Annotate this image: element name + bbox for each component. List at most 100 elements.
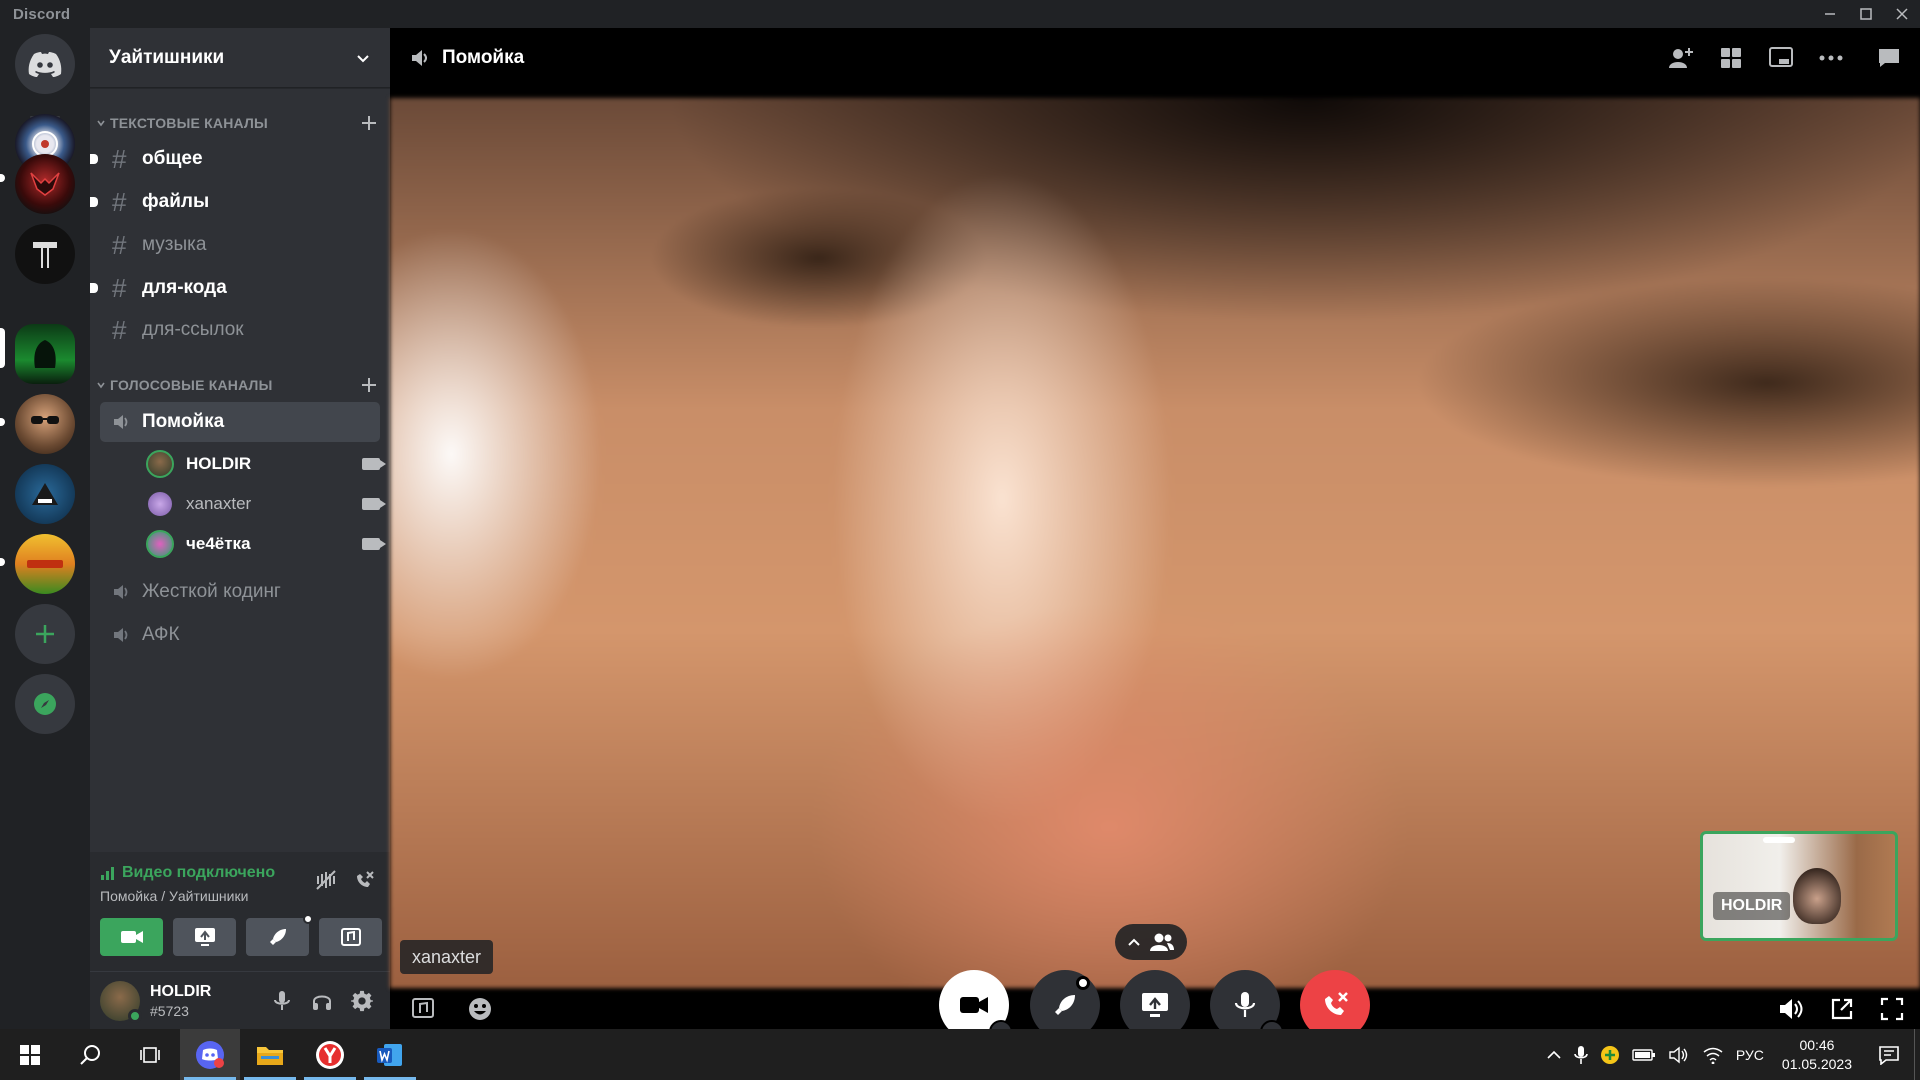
show-participants-button[interactable] xyxy=(1115,924,1187,960)
voice-user-che4etka[interactable]: че4ётка xyxy=(146,526,386,562)
voice-user-xanaxter[interactable]: xanaxter xyxy=(146,486,386,522)
add-channel-icon[interactable] xyxy=(360,114,378,132)
clock-date: 01.05.2023 xyxy=(1781,1055,1852,1072)
voice-channel-pomoika[interactable]: Помойка xyxy=(100,402,380,442)
noise-suppression-icon xyxy=(316,870,336,890)
signal-icon xyxy=(101,867,114,880)
grid-layout-button[interactable] xyxy=(1706,28,1756,88)
new-badge xyxy=(1076,976,1090,990)
taskbar-file-explorer[interactable] xyxy=(240,1029,300,1080)
new-badge xyxy=(303,914,313,924)
taskbar-yandex-browser[interactable] xyxy=(300,1029,360,1080)
tray-volume[interactable] xyxy=(1662,1046,1696,1064)
more-options-button[interactable] xyxy=(1806,28,1856,88)
self-video-name: HOLDIR xyxy=(1713,892,1791,920)
server-icon[interactable] xyxy=(15,154,75,214)
show-hidden-icons-button[interactable] xyxy=(1540,1050,1568,1060)
voice-channel-zhestkoy-koding[interactable]: Жесткой кодинг xyxy=(100,572,380,612)
input-language[interactable]: РУС xyxy=(1730,1047,1770,1063)
gear-icon xyxy=(351,990,373,1011)
channel-obshchee[interactable]: # общее xyxy=(90,139,380,179)
camera-icon xyxy=(362,538,386,550)
add-channel-icon[interactable] xyxy=(360,376,378,394)
minimize-button[interactable] xyxy=(1812,0,1848,28)
server-unread-pill xyxy=(0,418,5,426)
taskbar-word[interactable] xyxy=(360,1029,420,1080)
tray-microphone[interactable] xyxy=(1568,1045,1594,1065)
user-info[interactable]: HOLDIR #5723 xyxy=(150,983,264,1019)
task-view-button[interactable] xyxy=(120,1029,180,1080)
search-button[interactable] xyxy=(60,1029,120,1080)
server-icon[interactable] xyxy=(15,534,75,594)
voice-channel-afk[interactable]: АФК xyxy=(100,615,380,655)
deafen-button[interactable] xyxy=(304,983,340,1019)
connection-location[interactable]: Помойка / Уайтишники xyxy=(100,888,248,904)
hash-icon: # xyxy=(112,229,127,260)
task-view-icon xyxy=(140,1046,160,1063)
ellipsis-icon xyxy=(1819,55,1843,61)
connection-status[interactable]: Видео подключено xyxy=(100,864,275,882)
tray-battery[interactable] xyxy=(1626,1048,1662,1062)
soundboard-button[interactable] xyxy=(319,918,382,956)
soundboard-button[interactable] xyxy=(408,993,440,1025)
server-icon[interactable] xyxy=(15,464,75,524)
server-icon[interactable] xyxy=(15,394,75,454)
user-avatar[interactable] xyxy=(100,980,142,1023)
home-button[interactable] xyxy=(15,34,75,94)
discord-app-icon xyxy=(196,1040,224,1069)
chevron-down-icon xyxy=(97,382,105,389)
close-window-button[interactable] xyxy=(1884,0,1920,28)
voice-user-holdir[interactable]: HOLDIR xyxy=(146,446,386,482)
main-video-stream[interactable] xyxy=(390,98,1920,988)
tray-network[interactable] xyxy=(1696,1046,1730,1064)
microphone-icon xyxy=(274,990,290,1010)
chat-button[interactable] xyxy=(1864,28,1914,88)
taskbar-clock[interactable]: 00:46 01.05.2023 xyxy=(1770,1036,1864,1074)
category-voice-channels[interactable]: ГОЛОСОВЫЕ КАНАЛЫ xyxy=(96,376,378,394)
username: HOLDIR xyxy=(150,982,212,1000)
tray-update-icon[interactable] xyxy=(1594,1045,1626,1065)
invite-button[interactable] xyxy=(1656,28,1706,88)
explore-servers-button[interactable] xyxy=(15,674,75,734)
camera-toggle-button[interactable] xyxy=(100,918,163,956)
popout-button[interactable] xyxy=(1826,993,1858,1025)
add-server-button[interactable] xyxy=(15,604,75,664)
server-icon-selected[interactable] xyxy=(15,324,75,384)
disconnect-button[interactable] xyxy=(352,868,376,897)
unread-indicator xyxy=(90,197,98,207)
channel-sidebar: Уайтишники ТЕКСТОВЫЕ КАНАЛЫ # общее # фа… xyxy=(90,28,390,1029)
channel-faily[interactable]: # файлы xyxy=(90,182,380,222)
volume-button[interactable] xyxy=(1776,993,1808,1025)
channel-dlya-koda[interactable]: # для-кода xyxy=(90,268,380,308)
avatar xyxy=(146,490,174,518)
show-desktop-button[interactable] xyxy=(1914,1029,1920,1080)
popout-icon xyxy=(1831,998,1853,1020)
emoji-reaction-button[interactable] xyxy=(464,993,496,1025)
screen-share-button[interactable] xyxy=(173,918,236,956)
picture-in-picture-button[interactable] xyxy=(1756,28,1806,88)
noise-suppression-button[interactable] xyxy=(314,868,338,897)
channel-name: музыка xyxy=(142,234,207,255)
start-button[interactable] xyxy=(0,1029,60,1080)
yandex-browser-icon xyxy=(316,1040,344,1069)
category-text-channels[interactable]: ТЕКСТОВЫЕ КАНАЛЫ xyxy=(96,114,378,132)
self-video-preview[interactable]: HOLDIR xyxy=(1700,831,1898,941)
taskbar-discord[interactable] xyxy=(180,1029,240,1080)
server-icon[interactable] xyxy=(15,224,75,284)
fullscreen-button[interactable] xyxy=(1876,993,1908,1025)
user-tag: #5723 xyxy=(150,1002,189,1019)
guild-header[interactable]: Уайтишники xyxy=(90,28,390,88)
battery-icon xyxy=(1632,1048,1655,1061)
screen-share-icon xyxy=(1142,993,1168,1017)
action-center-button[interactable] xyxy=(1864,1045,1914,1065)
mute-button[interactable] xyxy=(264,983,300,1019)
headphones-icon xyxy=(313,995,331,1010)
channel-dlya-ssylok[interactable]: # для-ссылок xyxy=(100,310,380,350)
search-icon xyxy=(80,1044,100,1065)
activity-button[interactable] xyxy=(246,914,313,956)
maximize-button[interactable] xyxy=(1848,0,1884,28)
user-panel: HOLDIR #5723 xyxy=(90,972,390,1029)
avatar xyxy=(146,530,174,558)
user-settings-button[interactable] xyxy=(344,983,380,1019)
channel-muzyka[interactable]: # музыка xyxy=(100,225,380,265)
